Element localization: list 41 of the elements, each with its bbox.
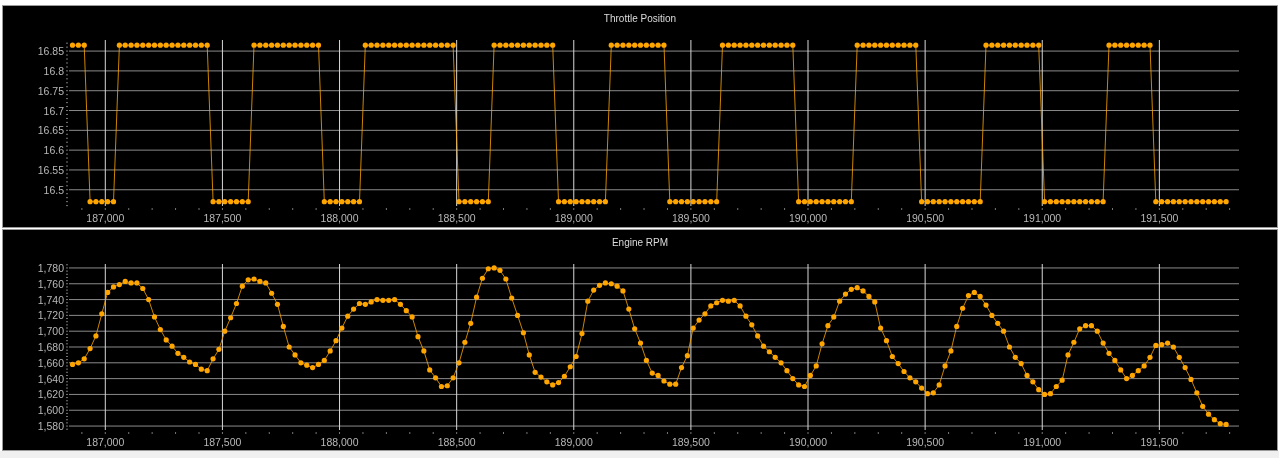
x-tick-label: 189,500 <box>671 436 710 448</box>
y-tick-label: 1,740 <box>37 293 64 306</box>
x-tick-label: 191,000 <box>1023 212 1062 224</box>
y-tick-label: 1,680 <box>37 341 64 353</box>
x-tick-label: 188,000 <box>320 436 359 448</box>
y-tick-label: 16.85 <box>37 45 64 58</box>
y-tick-label: 1,580 <box>37 420 64 433</box>
x-tick-label: 190,000 <box>789 436 827 448</box>
x-tick-label: 187,000 <box>86 436 125 448</box>
x-tick-label: 187,500 <box>203 212 242 224</box>
y-tick-label: 16.6 <box>43 144 64 157</box>
x-tick-label: 188,500 <box>437 436 476 448</box>
y-tick-label: 1,720 <box>37 309 64 322</box>
y-tick-label: 1,700 <box>37 325 64 338</box>
x-tick-label: 190,500 <box>906 212 945 224</box>
x-tick-label: 189,500 <box>671 212 710 224</box>
x-tick-label: 187,000 <box>86 212 125 224</box>
x-tick-label: 191,000 <box>1023 436 1062 448</box>
x-tick-label: 191,500 <box>1140 436 1179 448</box>
y-tick-label: 16.5 <box>43 183 64 196</box>
y-tick-label: 1,640 <box>37 372 64 385</box>
x-tick-label: 191,500 <box>1140 212 1179 224</box>
x-tick-label: 189,000 <box>554 436 593 448</box>
y-tick-label: 1,620 <box>37 388 64 401</box>
x-tick-label: 187,500 <box>203 436 242 448</box>
x-tick-label: 190,500 <box>906 436 945 448</box>
x-tick-label: 188,000 <box>320 212 359 224</box>
chart-title: Engine RPM <box>611 236 669 248</box>
y-tick-label: 16.7 <box>43 104 64 117</box>
y-tick-label: 1,600 <box>37 404 64 417</box>
x-tick-label: 190,000 <box>789 212 827 224</box>
y-tick-label: 16.55 <box>37 163 64 176</box>
x-tick-label: 189,000 <box>554 212 593 224</box>
y-tick-label: 16.75 <box>37 84 64 97</box>
chart-title: Throttle Position <box>603 12 677 24</box>
y-tick-label: 16.8 <box>43 64 64 77</box>
y-tick-label: 1,660 <box>37 356 64 369</box>
y-tick-label: 1,760 <box>37 277 64 290</box>
y-tick-label: 1,780 <box>37 261 64 274</box>
y-tick-label: 16.65 <box>37 124 64 137</box>
x-tick-label: 188,500 <box>437 212 476 224</box>
